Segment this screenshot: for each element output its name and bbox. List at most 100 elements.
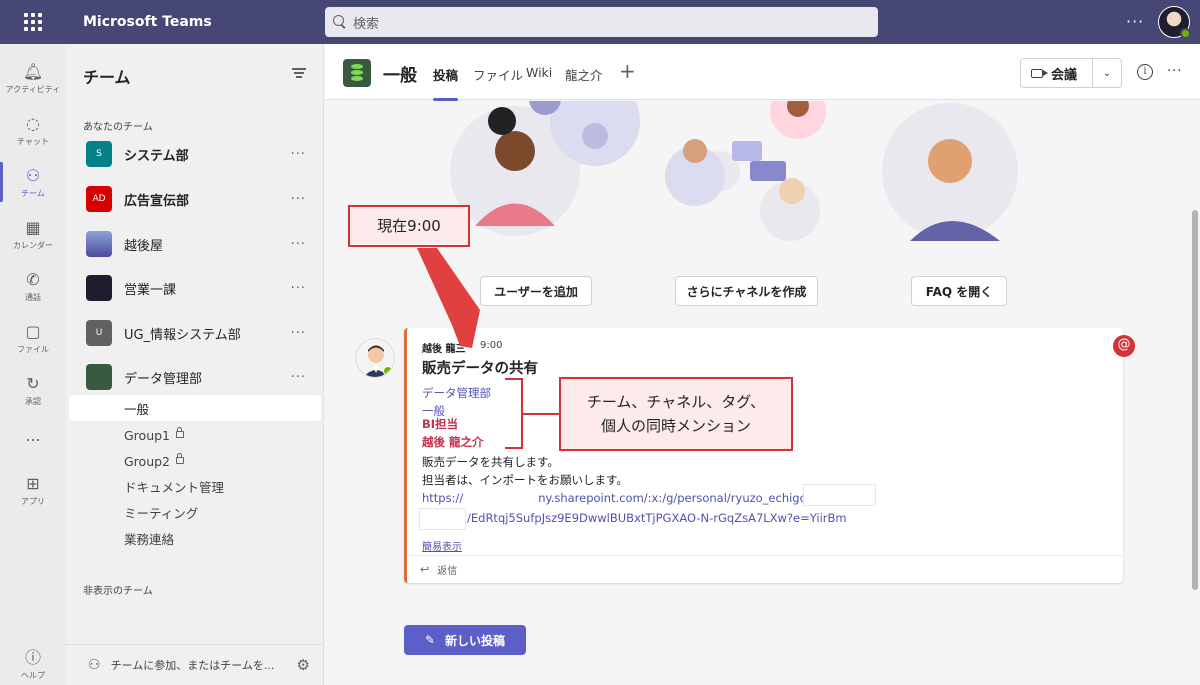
team-item[interactable]: データ管理部 ··· xyxy=(86,363,316,391)
team-name: 営業一課 xyxy=(124,282,177,298)
more-options-icon[interactable]: ··· xyxy=(291,370,306,385)
create-channel-button[interactable]: さらにチャネルを作成 xyxy=(675,276,818,306)
team-item[interactable]: AD 広告宣伝部 ··· xyxy=(86,185,316,213)
channel-item-general[interactable]: 一般 xyxy=(69,395,321,421)
team-item[interactable]: 越後屋 ··· xyxy=(86,230,316,258)
rail-item-calls[interactable]: ✆ 通話 xyxy=(0,260,66,312)
team-name: UG_情報システム部 xyxy=(124,327,241,343)
channel-item-documents[interactable]: ドキュメント管理 xyxy=(69,473,321,499)
filter-icon[interactable] xyxy=(292,68,306,78)
gear-icon[interactable]: ⚙ xyxy=(297,656,310,674)
chevron-down-icon[interactable]: ⌄ xyxy=(1093,68,1121,79)
mention-tag[interactable]: BI担当 xyxy=(422,416,458,432)
channel-item-group2[interactable]: Group2 xyxy=(69,448,321,474)
tab-wiki[interactable]: Wiki xyxy=(526,65,552,80)
post-body-line: 担当者は、インポートをお願いします。 xyxy=(422,473,628,487)
app-launcher-button[interactable] xyxy=(0,0,66,44)
tab-files[interactable]: ファイル xyxy=(473,65,523,84)
post-body-line: 販売データを共有します。 xyxy=(422,455,559,469)
calendar-icon: ▦ xyxy=(25,218,41,237)
phone-icon: ✆ xyxy=(26,270,40,289)
team-item[interactable]: 営業一課 ··· xyxy=(86,274,316,302)
channel-item-meeting[interactable]: ミーティング xyxy=(69,499,321,525)
message-card[interactable]: 越後 龍三 9:00 販売データの共有 データ管理部 一般 BI担当 越後 龍之… xyxy=(404,328,1123,583)
apps-icon: ⊞ xyxy=(26,474,40,493)
redaction-box xyxy=(419,508,466,530)
channel-header: 一般 投稿 ファイル Wiki 龍之介 + 会議 ⌄ i ··· xyxy=(325,44,1200,101)
rail-item-activity[interactable]: 🔔︎ アクティビティ xyxy=(0,52,66,104)
meet-now-button[interactable]: 会議 xyxy=(1021,59,1093,87)
user-avatar[interactable] xyxy=(1158,6,1191,39)
bell-icon: 🔔︎ xyxy=(22,62,44,81)
team-name: 越後屋 xyxy=(124,238,164,254)
castle-image-avatar xyxy=(86,231,112,257)
more-options-icon[interactable]: ··· xyxy=(291,147,306,162)
team-avatar: S xyxy=(86,141,112,167)
new-post-button[interactable]: ✎ 新しい投稿 xyxy=(404,625,526,655)
team-item[interactable]: U UG_情報システム部 ··· xyxy=(86,319,316,347)
rail-item-help[interactable]: ⓘ ヘルプ xyxy=(0,638,66,685)
teams-sidebar: チーム あなたのチーム S システム部 ··· AD 広告宣伝部 ··· 越後屋… xyxy=(66,44,324,685)
rail-item-teams[interactable]: ⚇ チーム xyxy=(0,156,66,208)
annotation-callout-mentions: チーム、チャネル、タグ、 個人の同時メンション xyxy=(559,377,793,451)
section-your-teams: あなたのチーム xyxy=(83,122,153,133)
meet-button[interactable]: 会議 ⌄ xyxy=(1020,58,1122,88)
redaction-box xyxy=(803,484,876,506)
team-name: データ管理部 xyxy=(124,371,203,387)
more-options-icon[interactable]: ··· xyxy=(291,281,306,296)
rail-item-approvals[interactable]: ↻ 承認 xyxy=(0,364,66,416)
section-hidden-teams[interactable]: 非表示のチーム xyxy=(83,582,153,597)
mention-person[interactable]: 越後 龍之介 xyxy=(422,434,484,450)
join-create-team[interactable]: ⚇ チームに参加、またはチームを... ⚙ xyxy=(66,644,324,685)
reply-button[interactable]: ↩ 返信 xyxy=(407,555,1123,583)
more-icon: ... xyxy=(25,426,41,445)
database-image-avatar xyxy=(86,364,112,390)
rail-item-calendar[interactable]: ▦ カレンダー xyxy=(0,208,66,260)
presence-available-icon xyxy=(383,366,393,376)
more-options-icon[interactable]: ··· xyxy=(1126,12,1144,31)
search-input[interactable]: 検索 xyxy=(325,7,878,37)
approval-icon: ↻ xyxy=(26,374,40,393)
team-name: 広告宣伝部 xyxy=(124,193,190,209)
help-icon: ⓘ xyxy=(24,648,41,667)
add-user-button[interactable]: ユーザーを追加 xyxy=(480,276,592,306)
app-title: Microsoft Teams xyxy=(83,14,212,30)
info-icon[interactable]: i xyxy=(1137,64,1153,80)
rail-item-chat[interactable]: ◌ チャット xyxy=(0,104,66,156)
sidebar-title: チーム xyxy=(83,68,131,87)
database-image-avatar xyxy=(343,59,371,87)
sharepoint-link-continued[interactable]: /EdRtqj5SufpJsz9E9DwwlBUBxtTjPGXAO-N-rGq… xyxy=(467,511,847,525)
post-subject: 販売データの共有 xyxy=(422,361,538,377)
more-options-icon[interactable]: ··· xyxy=(1167,64,1182,79)
channel-title: 一般 xyxy=(383,66,417,86)
post-timestamp: 9:00 xyxy=(480,340,503,351)
mention-at-icon: @ xyxy=(1113,335,1135,357)
open-faq-button[interactable]: FAQ を開く xyxy=(911,276,1007,306)
welcome-illustration xyxy=(450,101,1018,241)
rail-item-files[interactable]: ▢ ファイル xyxy=(0,312,66,364)
channel-item-business[interactable]: 業務連絡 xyxy=(69,525,321,551)
team-item[interactable]: S システム部 ··· xyxy=(86,140,316,168)
add-tab-icon[interactable]: + xyxy=(619,59,636,83)
annotation-callout-time: 現在9:00 xyxy=(348,205,470,247)
file-icon: ▢ xyxy=(25,322,41,341)
more-options-icon[interactable]: ··· xyxy=(291,237,306,252)
scrollbar-thumb[interactable] xyxy=(1192,210,1198,590)
rail-item-more[interactable]: ... xyxy=(0,410,66,462)
more-options-icon[interactable]: ··· xyxy=(291,326,306,341)
reply-icon: ↩ xyxy=(420,563,430,576)
search-placeholder: 検索 xyxy=(353,16,380,32)
team-avatar: AD xyxy=(86,186,112,212)
chat-icon: ◌ xyxy=(26,114,40,133)
channel-item-group1[interactable]: Group1 xyxy=(69,422,321,448)
team-avatar: U xyxy=(86,320,112,346)
author-avatar[interactable] xyxy=(355,338,395,378)
post-author[interactable]: 越後 龍三 xyxy=(422,340,465,355)
more-options-icon[interactable]: ··· xyxy=(291,192,306,207)
see-less-link[interactable]: 簡易表示 xyxy=(422,538,462,553)
lock-icon xyxy=(176,426,185,438)
rail-item-apps[interactable]: ⊞ アプリ xyxy=(0,464,66,516)
tab-posts[interactable]: 投稿 xyxy=(433,65,459,101)
tab-ryunosuke[interactable]: 龍之介 xyxy=(565,65,603,84)
sharepoint-link[interactable]: https://ny.sharepoint.com/:x:/g/personal… xyxy=(422,491,812,505)
